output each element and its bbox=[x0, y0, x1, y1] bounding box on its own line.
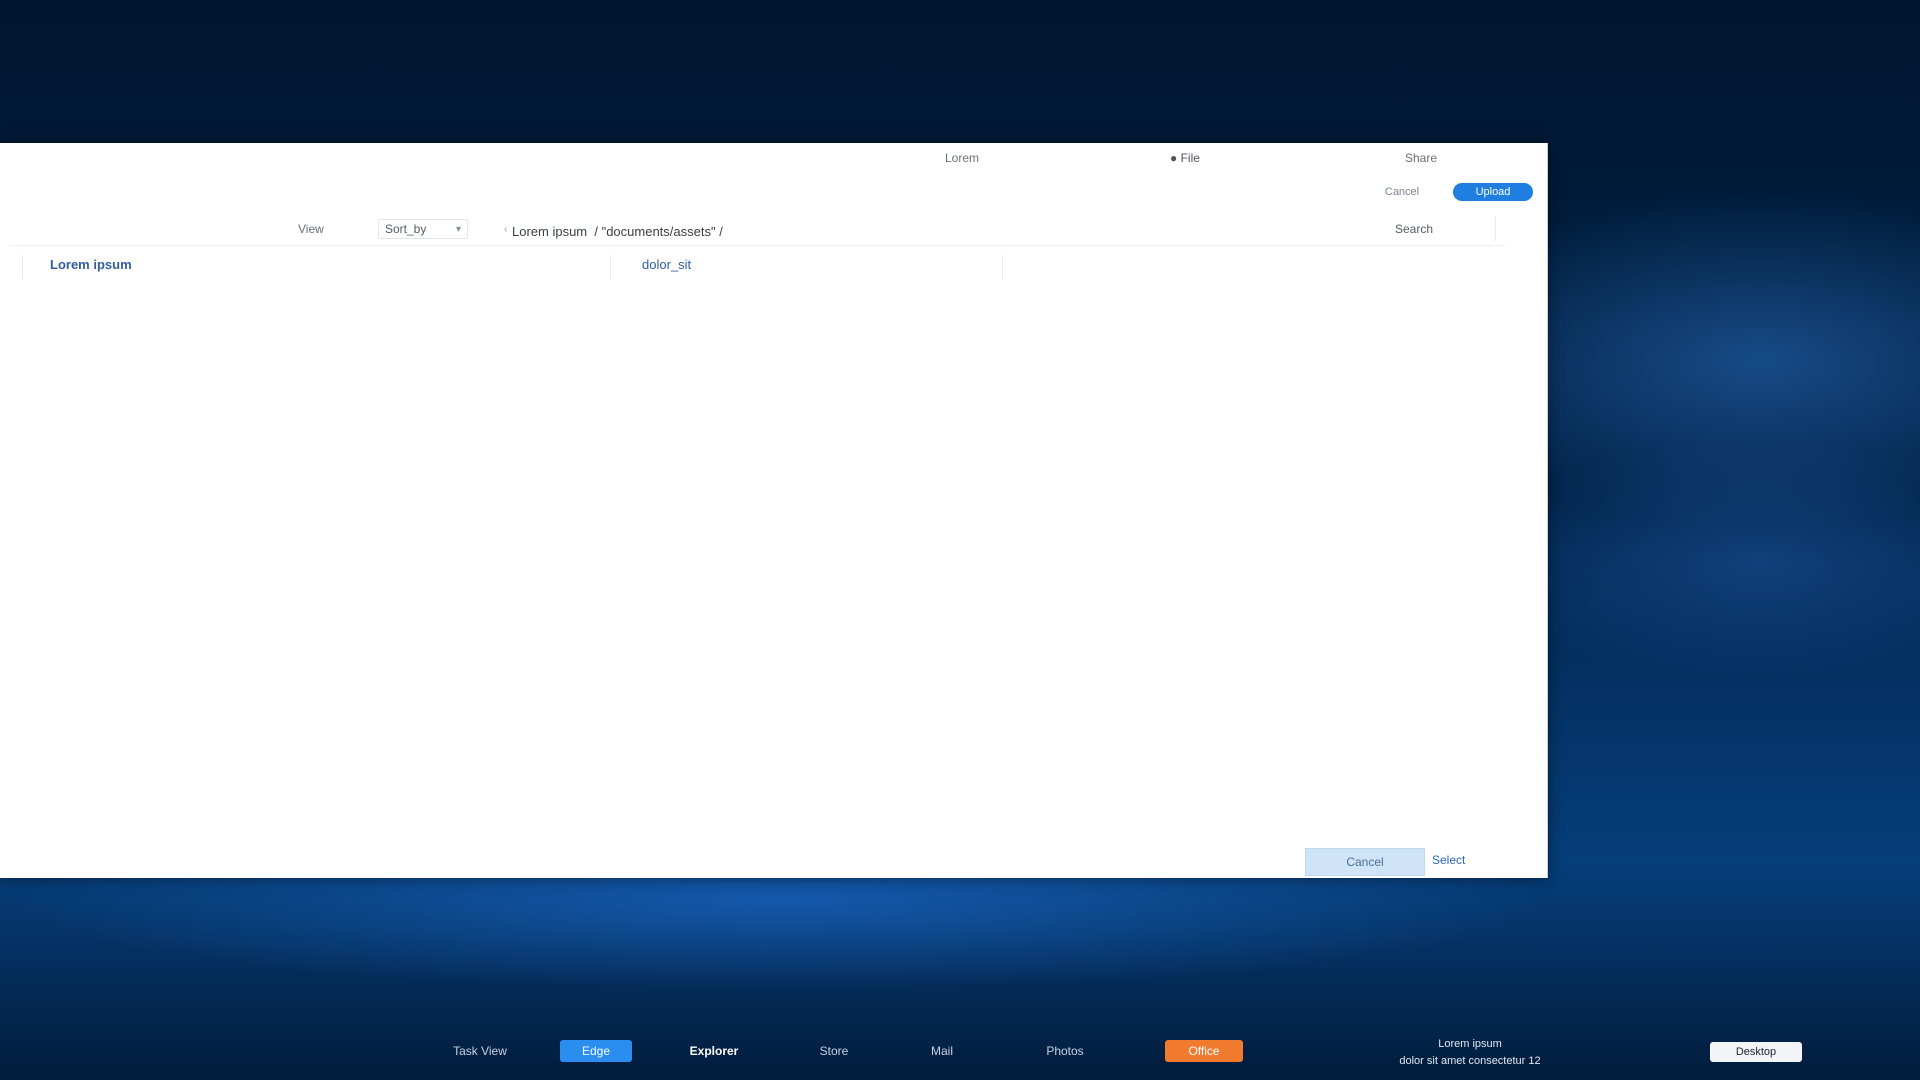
taskbar-app-photos[interactable]: Photos bbox=[1030, 1040, 1100, 1062]
select-link[interactable]: Select bbox=[1432, 853, 1465, 867]
column-divider[interactable] bbox=[610, 255, 611, 279]
view-menu[interactable]: View bbox=[298, 222, 324, 236]
system-tray-clock[interactable]: Lorem ipsum dolor sit amet consectetur 1… bbox=[1305, 1036, 1635, 1076]
taskbar-app-store[interactable]: Store bbox=[795, 1040, 873, 1062]
search-button[interactable]: Search bbox=[1395, 222, 1433, 236]
titlebar-item-lorem[interactable]: Lorem bbox=[945, 151, 979, 165]
column-header-type[interactable]: dolor_sit bbox=[642, 257, 691, 272]
taskbar-app-task-view[interactable]: Task View bbox=[445, 1040, 515, 1062]
chevron-down-icon: ▾ bbox=[455, 223, 461, 235]
column-header-name[interactable]: Lorem ipsum bbox=[50, 257, 132, 272]
upload-button[interactable]: Upload bbox=[1453, 183, 1533, 201]
taskbar-app-explorer[interactable]: Explorer bbox=[670, 1040, 758, 1062]
cancel-title-button[interactable]: Cancel bbox=[1362, 183, 1442, 201]
column-divider[interactable] bbox=[1002, 255, 1003, 279]
column-header-row: Lorem ipsum dolor_sit bbox=[0, 253, 1520, 283]
taskbar: Task View Edge Explorer Store Mail Photo… bbox=[0, 1028, 1920, 1080]
taskbar-app-mail[interactable]: Mail bbox=[900, 1040, 984, 1062]
titlebar-item-share[interactable]: Share bbox=[1405, 151, 1437, 165]
sort-dropdown[interactable]: Sort_by ▾ bbox=[378, 219, 468, 239]
toolbar-divider bbox=[1495, 217, 1496, 241]
file-picker-window: Lorem ● File Share Cancel Upload View So… bbox=[0, 143, 1548, 878]
sort-dropdown-label: Sort_by bbox=[385, 222, 427, 236]
cancel-button[interactable]: Cancel bbox=[1305, 848, 1425, 876]
tray-line-2: dolor sit amet consectetur 12 bbox=[1399, 1055, 1541, 1067]
titlebar-item-file[interactable]: ● File bbox=[1170, 151, 1200, 165]
desktop: Lorem ● File Share Cancel Upload View So… bbox=[0, 0, 1920, 1080]
taskbar-app-office[interactable]: Office bbox=[1165, 1040, 1243, 1062]
path-toolbar: View Sort_by ▾ ‹ Search bbox=[10, 215, 1505, 246]
column-divider bbox=[22, 255, 23, 279]
path-input[interactable] bbox=[510, 219, 1454, 243]
show-desktop-button[interactable]: Desktop bbox=[1710, 1042, 1802, 1062]
tray-line-1: Lorem ipsum bbox=[1438, 1038, 1502, 1050]
taskbar-app-edge[interactable]: Edge bbox=[560, 1040, 632, 1062]
folder-up-icon[interactable]: ‹ bbox=[504, 224, 507, 235]
